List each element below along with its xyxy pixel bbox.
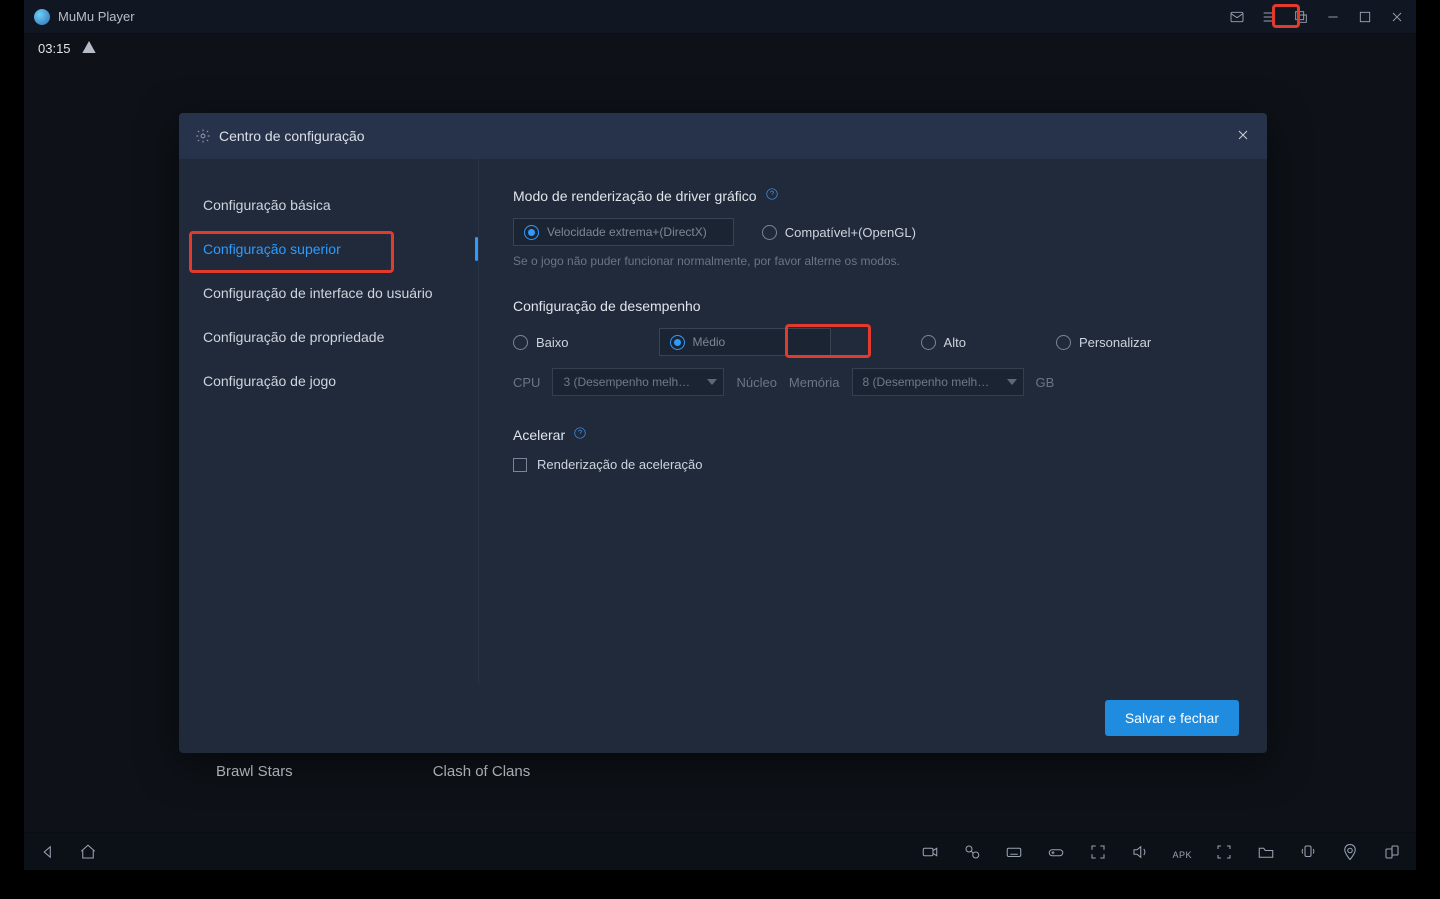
multi-instance-icon[interactable] xyxy=(1292,8,1310,26)
titlebar-controls xyxy=(1228,8,1406,26)
keyboard-icon[interactable] xyxy=(1004,842,1024,862)
script-icon[interactable] xyxy=(962,842,982,862)
mem-select: 8 (Desempenho melh… xyxy=(852,368,1024,396)
mail-icon[interactable] xyxy=(1228,8,1246,26)
group-title: Acelerar xyxy=(513,427,565,443)
back-icon[interactable] xyxy=(38,842,58,862)
rotate-icon[interactable] xyxy=(1382,842,1402,862)
core-label: Núcleo xyxy=(736,375,776,390)
apk-install-icon[interactable]: APK xyxy=(1172,842,1192,862)
sidebar-item-game[interactable]: Configuração de jogo xyxy=(179,359,478,403)
group-performance: Configuração de desempenho Baixo Médio A… xyxy=(513,298,1233,396)
modal-header: Centro de configuração xyxy=(179,113,1267,159)
checkbox-label: Renderização de aceleração xyxy=(537,457,703,472)
modal-footer: Salvar e fechar xyxy=(179,683,1267,753)
settings-content: Modo de renderização de driver gráfico V… xyxy=(479,159,1267,683)
modal-title: Centro de configuração xyxy=(219,128,365,144)
volume-icon[interactable] xyxy=(1130,842,1150,862)
bottom-toolbar: APK xyxy=(24,832,1416,870)
background-apps-row: Brawl Stars Clash of Clans xyxy=(24,763,1416,780)
sidebar-item-basic[interactable]: Configuração básica xyxy=(179,183,478,227)
select-value: 3 (Desempenho melh… xyxy=(563,375,690,389)
radio-label: Alto xyxy=(944,335,966,350)
group-render-mode: Modo de renderização de driver gráfico V… xyxy=(513,187,1233,268)
menu-icon[interactable] xyxy=(1260,8,1278,26)
checkbox-accel-render[interactable]: Renderização de aceleração xyxy=(513,457,703,472)
app-window: MuMu Player 03:15 Brawl Stars Clash of C… xyxy=(24,0,1416,870)
chevron-down-icon xyxy=(707,379,717,385)
radio-perf-low[interactable]: Baixo xyxy=(513,335,569,350)
radio-label: Compatível+(OpenGL) xyxy=(785,225,916,240)
mem-unit: GB xyxy=(1036,375,1055,390)
chevron-down-icon xyxy=(1007,379,1017,385)
sidebar-item-superior[interactable]: Configuração superior xyxy=(179,227,478,271)
radio-label: Velocidade extrema+(DirectX) xyxy=(547,225,707,239)
radio-perf-high[interactable]: Alto xyxy=(921,335,966,350)
radio-directx[interactable]: Velocidade extrema+(DirectX) xyxy=(513,218,734,246)
folder-icon[interactable] xyxy=(1256,842,1276,862)
render-hint: Se o jogo não puder funcionar normalment… xyxy=(513,254,1233,268)
help-icon[interactable] xyxy=(573,426,587,443)
android-statusbar: 03:15 xyxy=(24,34,1416,62)
select-value: 8 (Desempenho melh… xyxy=(863,375,990,389)
mem-label: Memória xyxy=(789,375,840,390)
app-title: MuMu Player xyxy=(58,9,135,24)
fullscreen-icon[interactable] xyxy=(1088,842,1108,862)
radio-opengl[interactable]: Compatível+(OpenGL) xyxy=(762,225,916,240)
warning-icon xyxy=(81,39,97,58)
radio-perf-mid[interactable]: Médio xyxy=(659,328,831,356)
settings-sidebar: Configuração básica Configuração superio… xyxy=(179,159,479,683)
bg-app-label: Brawl Stars xyxy=(216,763,293,780)
titlebar: MuMu Player xyxy=(24,0,1416,34)
app-logo-icon xyxy=(34,9,50,25)
record-icon[interactable] xyxy=(920,842,940,862)
close-icon[interactable] xyxy=(1388,8,1406,26)
modal-close-button[interactable] xyxy=(1235,127,1251,146)
sidebar-item-property[interactable]: Configuração de propriedade xyxy=(179,315,478,359)
minimize-icon[interactable] xyxy=(1324,8,1342,26)
gamepad-icon[interactable] xyxy=(1046,842,1066,862)
group-title: Modo de renderização de driver gráfico xyxy=(513,188,757,204)
screenshot-icon[interactable] xyxy=(1214,842,1234,862)
radio-label: Personalizar xyxy=(1079,335,1151,350)
bg-app-label: Clash of Clans xyxy=(433,763,531,780)
home-icon[interactable] xyxy=(78,842,98,862)
save-and-close-button[interactable]: Salvar e fechar xyxy=(1105,700,1239,736)
sidebar-item-ui[interactable]: Configuração de interface do usuário xyxy=(179,271,478,315)
group-title: Configuração de desempenho xyxy=(513,298,701,314)
cpu-select: 3 (Desempenho melh… xyxy=(552,368,724,396)
gear-icon xyxy=(195,128,211,144)
maximize-icon[interactable] xyxy=(1356,8,1374,26)
group-accelerate: Acelerar Renderização de aceleração xyxy=(513,426,1233,477)
radio-label: Baixo xyxy=(536,335,569,350)
radio-label: Médio xyxy=(693,335,726,349)
help-icon[interactable] xyxy=(765,187,779,204)
cpu-label: CPU xyxy=(513,375,540,390)
location-icon[interactable] xyxy=(1340,842,1360,862)
radio-perf-custom[interactable]: Personalizar xyxy=(1056,335,1151,350)
status-time: 03:15 xyxy=(38,41,71,56)
shake-icon[interactable] xyxy=(1298,842,1318,862)
settings-modal: Centro de configuração Configuração bási… xyxy=(179,113,1267,753)
